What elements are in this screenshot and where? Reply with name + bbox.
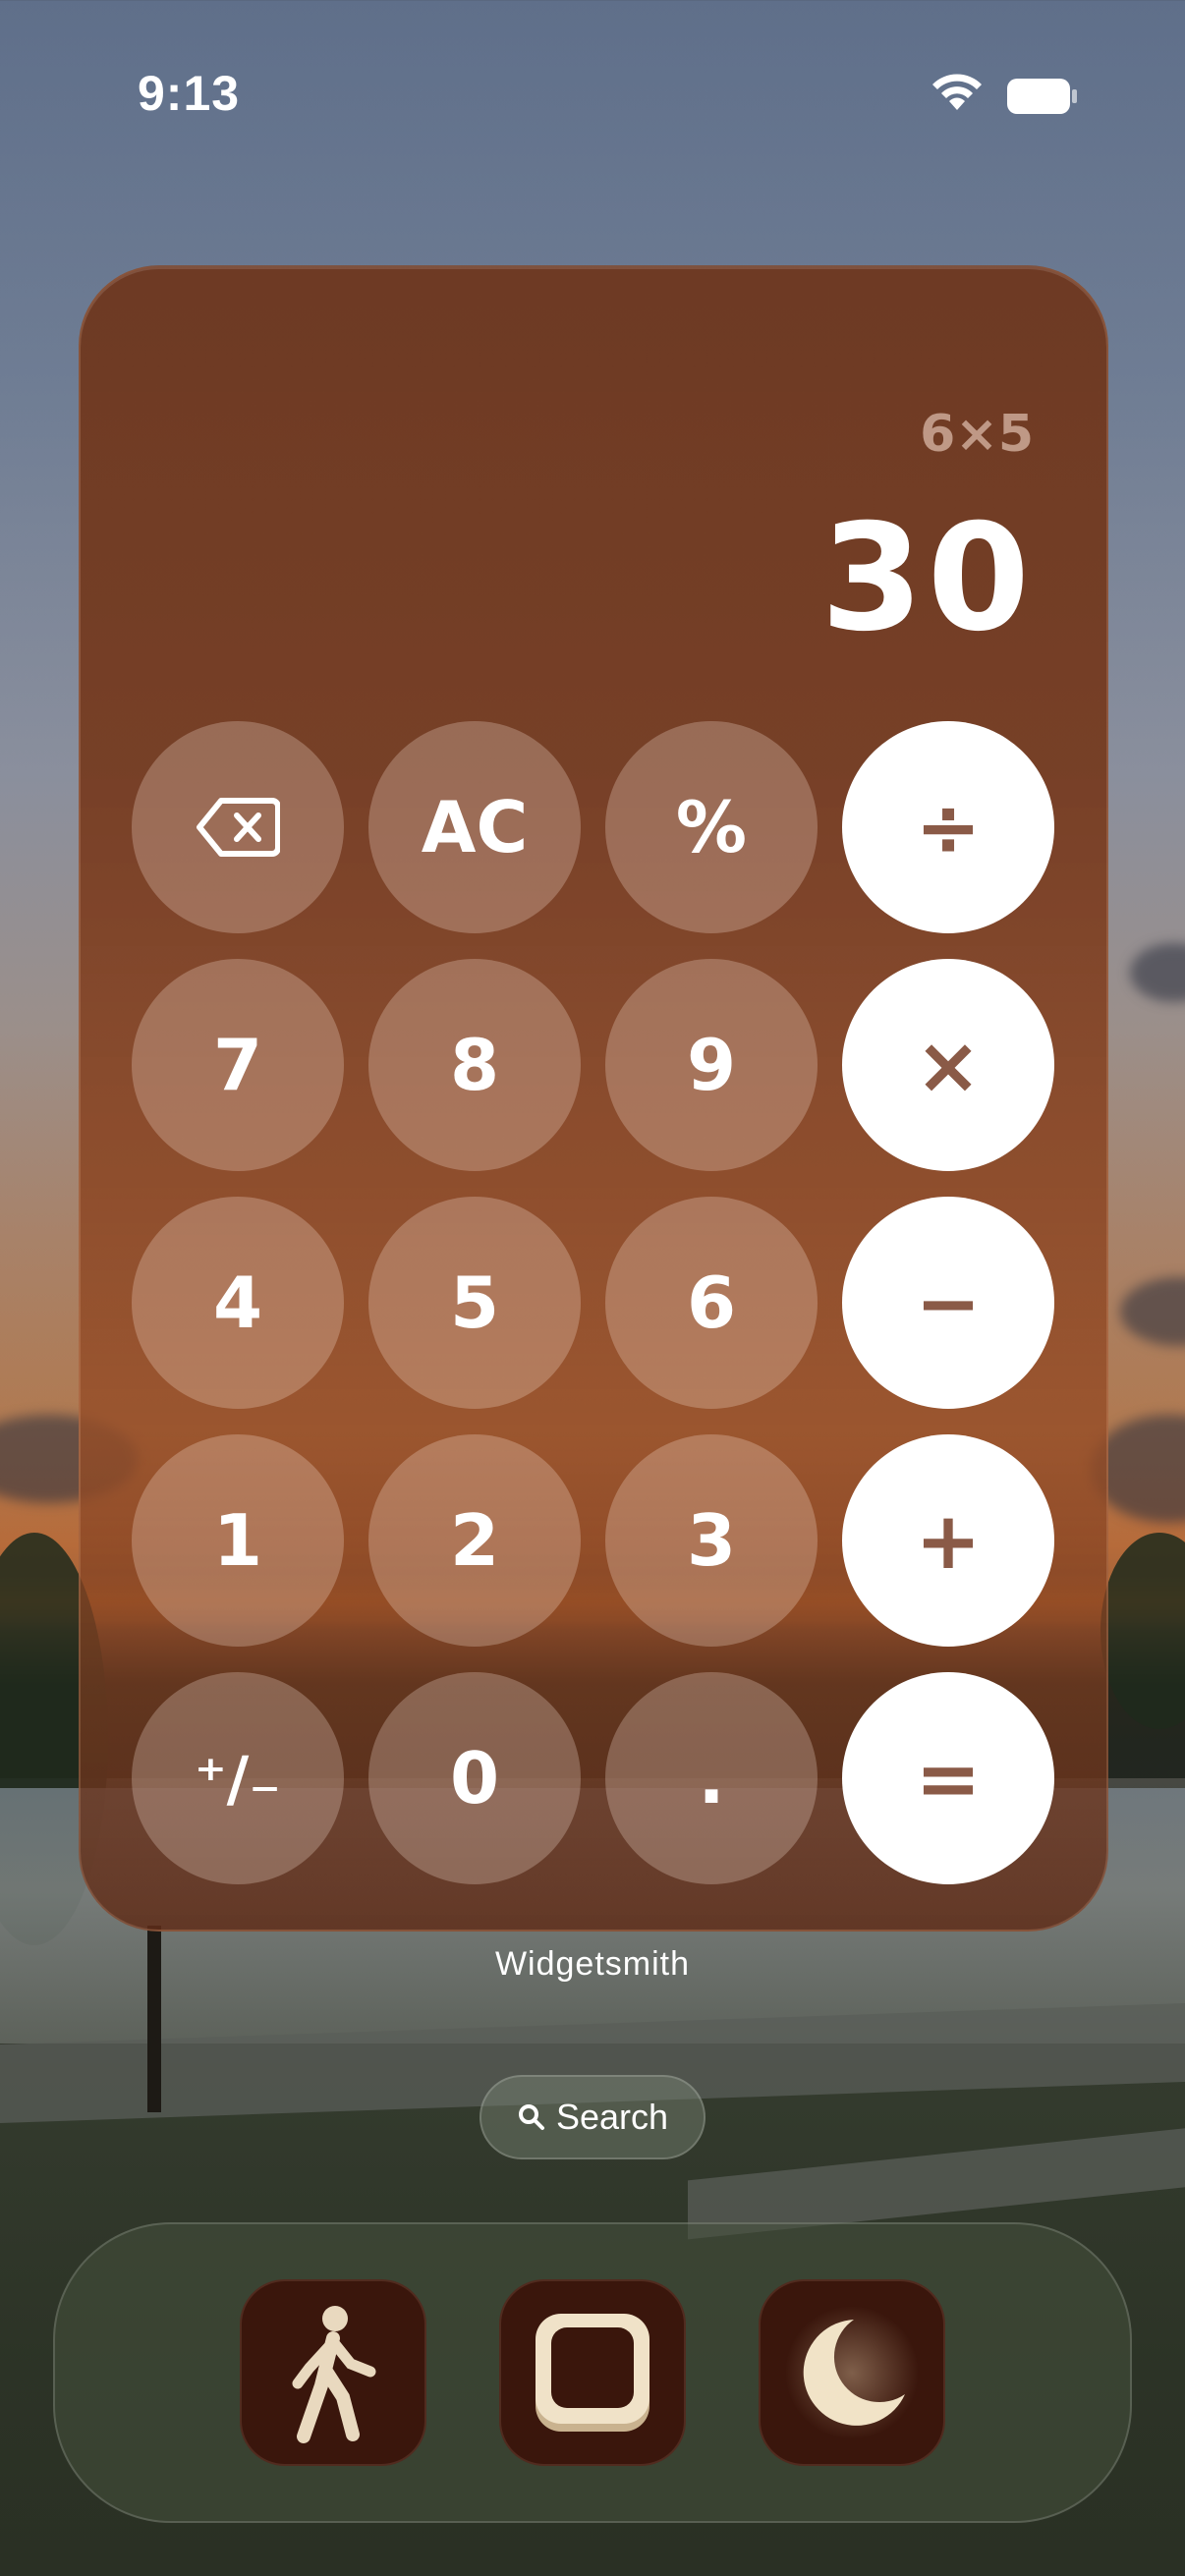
plus-button[interactable]: + — [842, 1434, 1054, 1647]
digit-2-button[interactable]: 2 — [368, 1434, 581, 1647]
dock-app-moon[interactable] — [759, 2279, 945, 2466]
digit-1-button[interactable]: 1 — [132, 1434, 344, 1647]
digit-5-button[interactable]: 5 — [368, 1197, 581, 1409]
battery-icon — [1007, 79, 1077, 114]
divide-button[interactable]: ÷ — [842, 721, 1054, 933]
percent-button[interactable]: % — [605, 721, 818, 933]
minus-button[interactable]: − — [842, 1197, 1054, 1409]
search-button[interactable]: Search — [480, 2075, 705, 2159]
status-bar: 9:13 — [0, 0, 1185, 187]
equals-button[interactable]: = — [842, 1672, 1054, 1884]
digit-9-button[interactable]: 9 — [605, 959, 818, 1171]
decimal-button[interactable]: . — [605, 1672, 818, 1884]
digit-8-button[interactable]: 8 — [368, 959, 581, 1171]
result-display: 30 — [820, 493, 1034, 664]
digit-7-button[interactable]: 7 — [132, 959, 344, 1171]
dock-app-walking[interactable] — [240, 2279, 426, 2466]
status-time: 9:13 — [138, 66, 241, 121]
wifi-icon — [932, 74, 982, 110]
digit-4-button[interactable]: 4 — [132, 1197, 344, 1409]
digit-6-button[interactable]: 6 — [605, 1197, 818, 1409]
multiply-button[interactable]: × — [842, 959, 1054, 1171]
backspace-icon — [197, 798, 280, 857]
search-label: Search — [555, 2097, 669, 2137]
expression-display: 6×5 — [920, 405, 1034, 464]
digit-0-button[interactable]: 0 — [368, 1672, 581, 1884]
walking-figure-icon — [292, 2306, 376, 2443]
backspace-button[interactable] — [132, 721, 344, 933]
widget-app-label: Widgetsmith — [494, 1945, 691, 1983]
search-icon — [518, 2104, 544, 2130]
digit-3-button[interactable]: 3 — [605, 1434, 818, 1647]
crescent-moon-icon — [785, 2306, 919, 2439]
clear-button[interactable]: AC — [368, 721, 581, 933]
rounded-square-icon — [536, 2314, 649, 2432]
calculator-widget[interactable]: 6×5 30 AC % ÷ 7 8 9 × 4 5 6 − 1 2 3 + ⁺∕… — [79, 265, 1108, 1932]
dock-app-square[interactable] — [499, 2279, 686, 2466]
sign-toggle-button[interactable]: ⁺∕₋ — [132, 1672, 344, 1884]
